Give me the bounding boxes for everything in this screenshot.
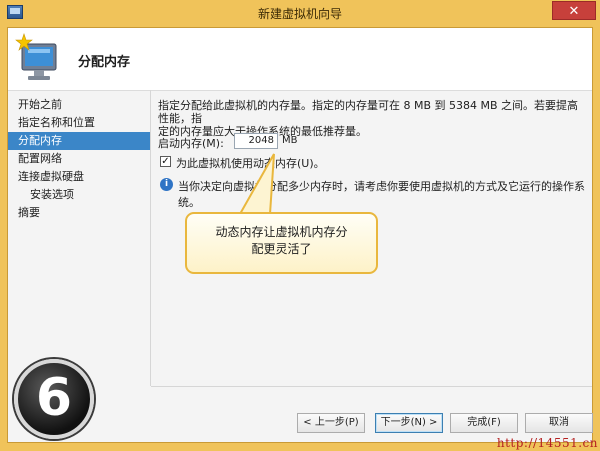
wizard-header: 分配内存 <box>8 28 592 91</box>
dynamic-memory-checkbox[interactable]: ✓ <box>160 156 171 167</box>
nav-item-summary[interactable]: 摘要 <box>8 204 150 222</box>
wizard-steps-nav: 开始之前 指定名称和位置 分配内存 配置网络 连接虚拟硬盘 安装选项 摘要 <box>8 96 150 222</box>
annotation-callout: 动态内存让虚拟机内存分 配更灵活了 <box>185 212 378 274</box>
callout-text: 动态内存让虚拟机内存分 配更灵活了 <box>187 224 376 258</box>
site-watermark: http://14551.cn <box>496 436 598 450</box>
window-title: 新建虚拟机向导 <box>257 7 342 21</box>
footer-divider <box>151 386 592 387</box>
dynamic-memory-row[interactable]: ✓ 为此虚拟机使用动态内存(U)。 <box>158 155 458 171</box>
info-icon: i <box>160 178 173 191</box>
nav-item-before-you-begin[interactable]: 开始之前 <box>8 96 150 114</box>
startup-memory-label: 启动内存(M): <box>158 137 224 150</box>
memory-settings-panel: 指定分配给此虚拟机的内存量。指定的内存量可在 8 MB 到 5384 MB 之间… <box>158 99 588 209</box>
callout-line-1: 动态内存让虚拟机内存分 <box>215 225 348 239</box>
finish-button[interactable]: 完成(F) <box>450 413 518 433</box>
step-number-badge: 6 <box>14 359 94 439</box>
nav-item-install-options[interactable]: 安装选项 <box>8 186 150 204</box>
title-bar[interactable]: 新建虚拟机向导 ✕ <box>0 0 600 26</box>
wizard-window: 新建虚拟机向导 ✕ 分配内存 开始之前 指定名称和位置 分配内存 配置网络 连接… <box>0 0 600 451</box>
callout-line-2: 配更灵活了 <box>251 242 312 256</box>
memory-info-row: i 当你决定向虚拟机分配多少内存时，请考虑你要使用虚拟机的方式及它运行的操作系统… <box>158 178 588 209</box>
memory-unit-label: MB <box>282 135 298 146</box>
description-line-1: 指定分配给此虚拟机的内存量。指定的内存量可在 8 MB 到 5384 MB 之间… <box>158 99 579 125</box>
close-button[interactable]: ✕ <box>552 1 596 20</box>
nav-divider <box>150 90 151 386</box>
cancel-button[interactable]: 取消 <box>525 413 593 433</box>
monitor-star-icon <box>15 33 57 80</box>
startup-memory-input[interactable]: 2048 <box>234 133 278 149</box>
nav-item-assign-memory[interactable]: 分配内存 <box>8 132 150 150</box>
callout-pointer <box>238 153 275 215</box>
nav-item-configure-network[interactable]: 配置网络 <box>8 150 150 168</box>
nav-item-connect-disk[interactable]: 连接虚拟硬盘 <box>8 168 150 186</box>
page-title: 分配内存 <box>78 55 131 70</box>
next-button[interactable]: 下一步(N) > <box>375 413 443 433</box>
previous-button[interactable]: < 上一步(P) <box>297 413 365 433</box>
nav-item-name-location[interactable]: 指定名称和位置 <box>8 114 150 132</box>
startup-memory-row: 启动内存(M): 2048 MB <box>158 133 458 151</box>
